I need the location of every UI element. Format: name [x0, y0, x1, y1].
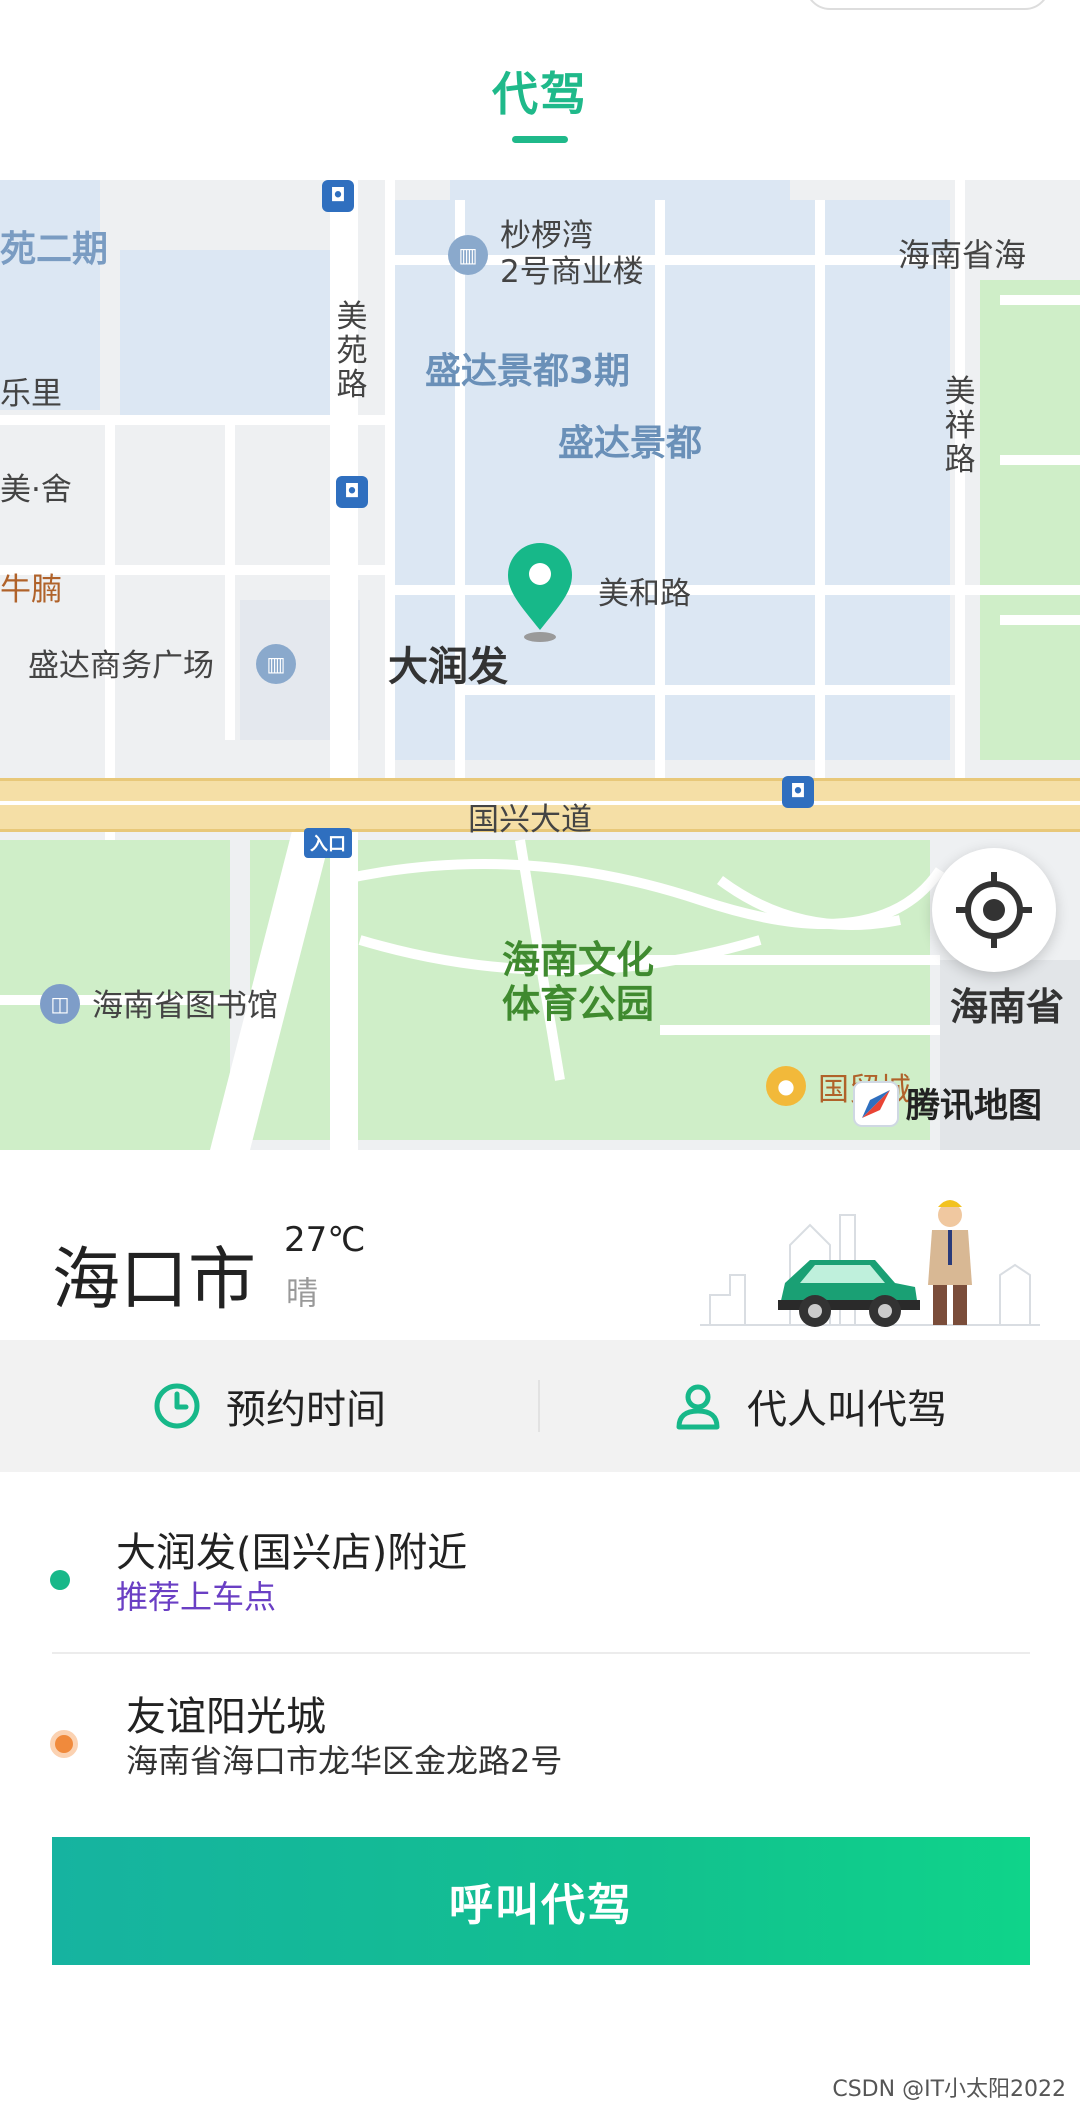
map-label: 苑二期	[0, 229, 109, 270]
city-name[interactable]: 海口市	[52, 1224, 256, 1323]
bus-stop-icon: ◘	[336, 476, 368, 508]
map-label: 乐里	[0, 376, 62, 412]
map-label: 国兴大道	[468, 802, 592, 838]
call-for-others-button[interactable]: 代人叫代驾	[540, 1340, 1080, 1472]
watermark: CSDN @IT小太阳2022	[832, 2077, 1066, 2102]
map-label: 海南省图书馆	[92, 988, 278, 1024]
building-icon: ▥	[256, 644, 296, 684]
start-address-title: 大润发(国兴店)附近	[116, 1530, 468, 1576]
end-address-title: 友谊阳光城	[126, 1694, 326, 1740]
address-divider	[52, 1652, 1030, 1654]
map-label: 美和路	[598, 576, 691, 612]
temperature: 27℃	[284, 1220, 366, 1260]
map-label: 美·舍	[0, 472, 72, 508]
library-icon: ◫	[40, 984, 80, 1024]
map-label: 杪椤湾 2号商业楼	[500, 218, 644, 290]
header: 代驾	[0, 0, 1080, 180]
call-driver-button[interactable]: 呼叫代驾	[52, 1837, 1030, 1965]
top-capsule[interactable]	[805, 0, 1050, 10]
map-label: 盛达景都	[558, 423, 703, 464]
city-weather-section: 海口市 27℃ 晴	[0, 1150, 1080, 1340]
weather-text: 晴	[286, 1274, 319, 1312]
map-brand-label: 腾讯地图	[906, 1086, 1042, 1126]
map-label: 美 祥 路	[944, 374, 976, 478]
locate-icon	[956, 872, 1032, 948]
tab-active-indicator	[512, 136, 568, 143]
map-label: 盛达商务广场	[28, 648, 214, 684]
end-dot-icon	[50, 1730, 78, 1758]
person-icon	[676, 1384, 720, 1430]
route-address-list: 大润发(国兴店)附近 推荐上车点 友谊阳光城 海南省海口市龙华区金龙路2号	[0, 1472, 1080, 1832]
entry-icon: 入口	[304, 828, 352, 858]
tab-title[interactable]: 代驾	[0, 58, 1080, 124]
driver-icon	[928, 1200, 972, 1325]
bus-stop-icon: ◘	[322, 180, 354, 212]
end-address-detail: 海南省海口市龙华区金龙路2号	[126, 1742, 563, 1780]
reserve-time-button[interactable]: 预约时间	[0, 1340, 538, 1472]
tencent-map-logo-icon	[853, 1081, 899, 1127]
map-label: 海南省海	[898, 236, 1027, 274]
driver-car-illustration	[700, 1200, 1040, 1327]
map-label: 大润发	[388, 644, 508, 690]
map-label: 海南文化 体育公园	[502, 938, 655, 1026]
building-icon: ▥	[448, 235, 488, 275]
map-label: 盛达景都3期	[425, 351, 631, 392]
map-label: 海南省	[950, 985, 1065, 1029]
reserve-time-label: 预约时间	[226, 1387, 386, 1433]
bus-stop-icon: ◘	[782, 776, 814, 808]
clock-icon	[154, 1383, 200, 1429]
call-driver-label: 呼叫代驾	[449, 1881, 633, 1930]
car-icon	[778, 1260, 920, 1327]
start-dot-icon	[50, 1570, 70, 1590]
map-label: 美 苑 路	[336, 299, 368, 403]
call-for-others-label: 代人叫代驾	[747, 1387, 947, 1433]
map-view[interactable]: 苑二期 乐里 美·舍 牛腩 ▥ 杪椤湾 2号商业楼 海南省海 美 苑 路 盛达景…	[0, 180, 1080, 1150]
recommended-pickup-link[interactable]: 推荐上车点	[116, 1572, 276, 1618]
map-label: 牛腩	[0, 572, 62, 608]
locate-button[interactable]	[932, 848, 1056, 972]
shopping-icon: ●	[766, 1066, 806, 1106]
options-bar: 预约时间 代人叫代驾	[0, 1340, 1080, 1472]
